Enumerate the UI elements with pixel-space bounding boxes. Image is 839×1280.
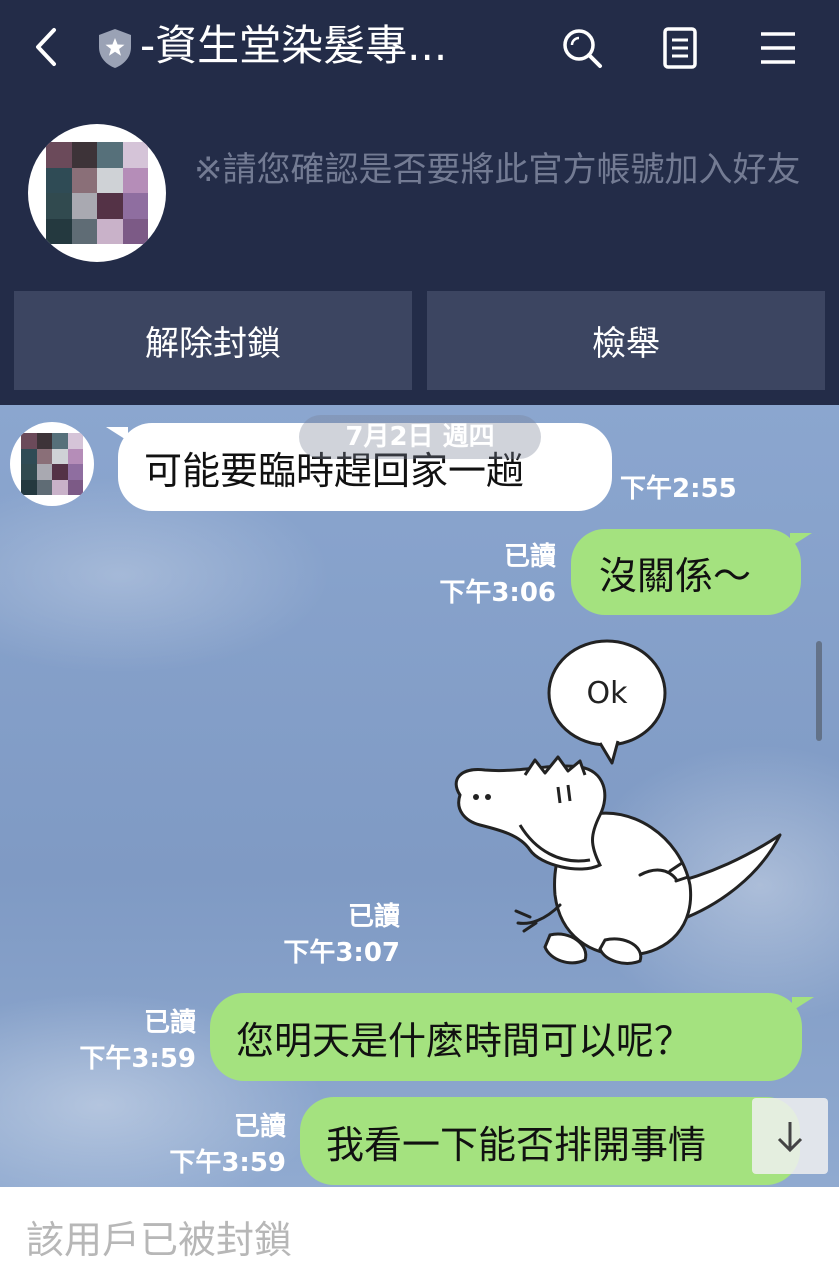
ok-dinosaur-sticker[interactable]: Ok: [440, 635, 790, 975]
date-separator: 7月2日 週四: [299, 415, 541, 459]
message-bubble[interactable]: 沒關係～: [571, 529, 801, 615]
chat-header: -資生堂染髮專... ※請您確認是否要將此官方帳號加入好友 解除封鎖 檢舉: [0, 0, 839, 405]
message-time: 下午3:07: [283, 938, 400, 968]
message-time: 下午2:55: [620, 474, 737, 504]
unblock-button[interactable]: 解除封鎖: [14, 291, 412, 390]
chat-title: -資生堂染髮專...: [140, 21, 448, 70]
read-receipt: 已讀: [143, 1008, 196, 1038]
top-bar: -資生堂染髮專...: [0, 0, 839, 95]
message-text: 您明天是什麼時間可以呢？: [236, 1018, 693, 1063]
bubble-tail: [792, 997, 814, 1011]
message-text: 沒關係～: [599, 553, 752, 598]
sender-avatar[interactable]: [10, 422, 94, 506]
account-avatar[interactable]: [28, 124, 166, 262]
message-time: 下午3:06: [439, 578, 556, 608]
back-icon[interactable]: [28, 24, 68, 70]
notes-icon[interactable]: [656, 24, 704, 72]
chat-area[interactable]: 可能要臨時趕回家一趟 下午2:55 7月2日 週四 已讀 下午3:06 沒關係～…: [0, 405, 839, 1187]
sticker-text: Ok: [587, 676, 629, 711]
blocked-text: 該用戶已被封鎖: [26, 1218, 293, 1262]
read-receipt: 已讀: [347, 902, 400, 932]
scrollbar[interactable]: [816, 641, 822, 741]
bubble-tail: [790, 533, 812, 547]
arrow-down-icon[interactable]: [752, 1098, 828, 1174]
message-bubble[interactable]: 您明天是什麼時間可以呢？: [210, 993, 802, 1081]
blocked-footer: 該用戶已被封鎖: [0, 1187, 839, 1280]
menu-icon[interactable]: [754, 24, 802, 72]
message-time: 下午3:59: [169, 1148, 286, 1178]
shield-star-icon: [96, 27, 134, 69]
read-receipt: 已讀: [503, 542, 556, 572]
message-time: 下午3:59: [79, 1044, 196, 1074]
add-friend-notice: ※請您確認是否要將此官方帳號加入好友: [194, 150, 801, 190]
message-bubble[interactable]: 我看一下能否排開事情: [300, 1097, 800, 1185]
message-text: 我看一下能否排開事情: [326, 1122, 707, 1167]
search-icon[interactable]: [558, 24, 606, 72]
report-button[interactable]: 檢舉: [427, 291, 825, 390]
read-receipt: 已讀: [233, 1112, 286, 1142]
